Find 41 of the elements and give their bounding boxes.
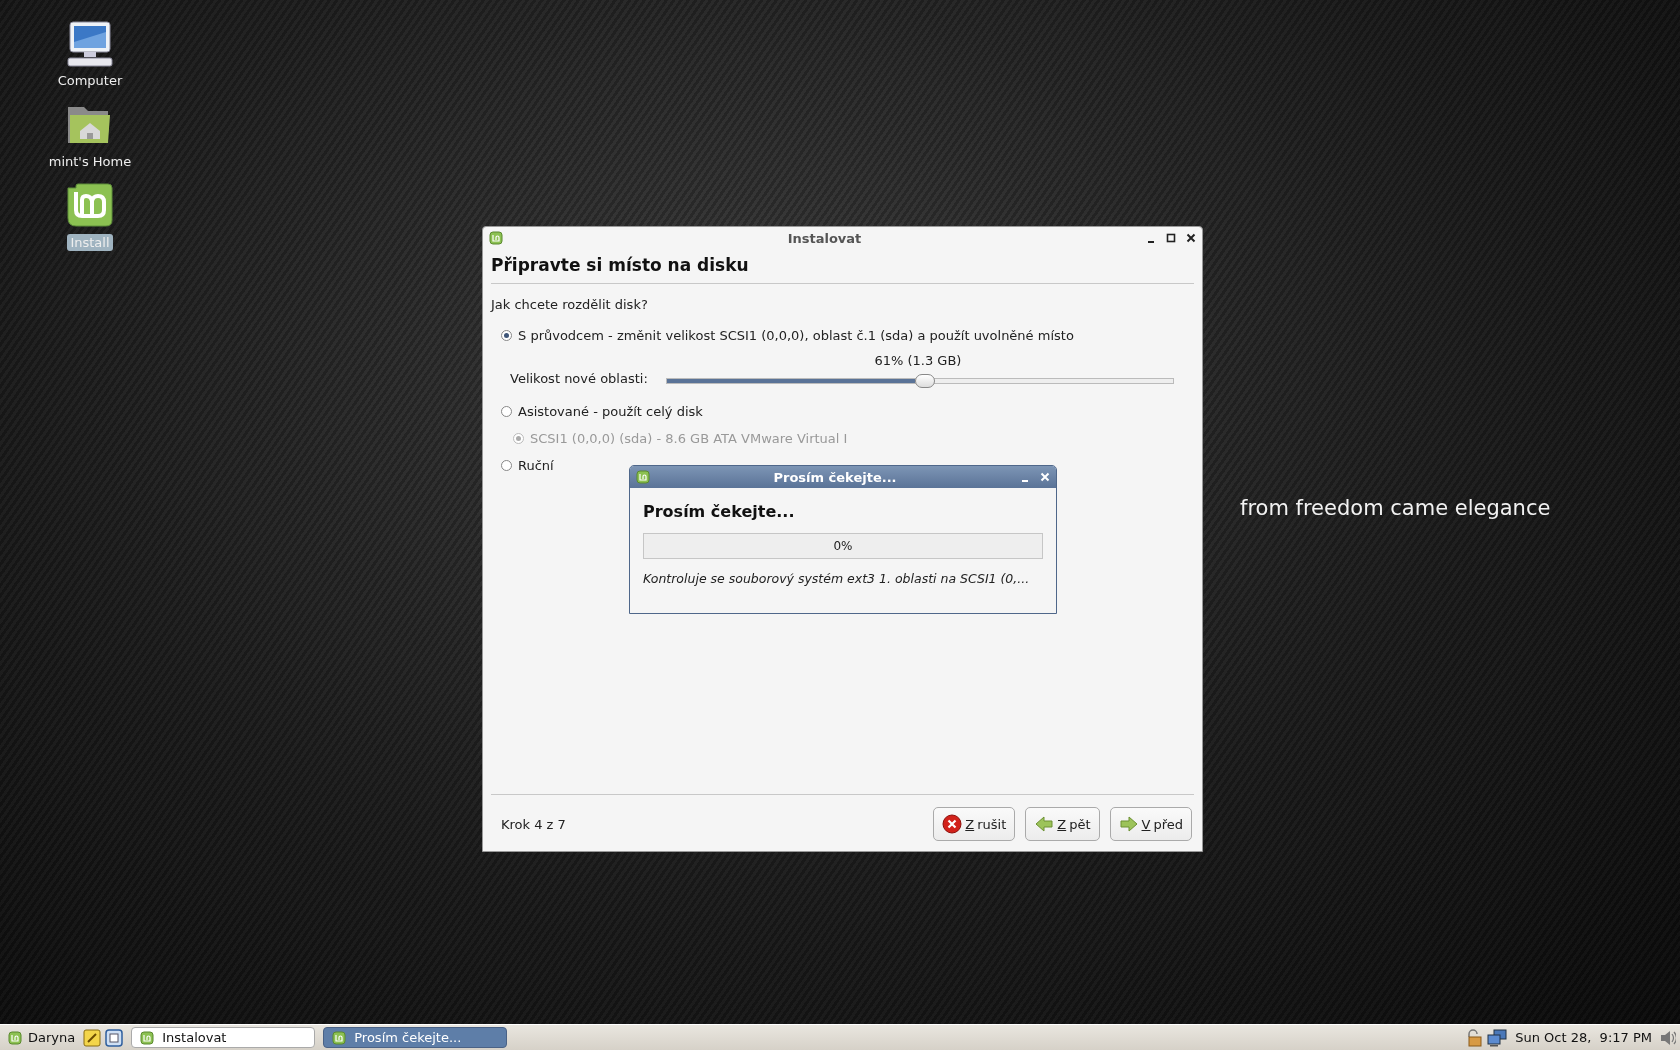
lock-icon[interactable] [1465,1028,1484,1047]
mint-logo-icon [8,1030,22,1045]
taskbar-window-button[interactable]: Prosím čekejte... [323,1027,508,1048]
cancel-icon [942,814,963,834]
app-icon [489,231,503,245]
radio-option[interactable]: Ruční [501,458,554,473]
slider-reading: 61% (1.3 GB) [873,353,963,368]
page-heading: Připravte si místo na disku [491,254,750,277]
slider-thumb[interactable] [914,374,935,388]
forward-arrow-icon [1118,814,1139,834]
mint-logo-icon[interactable] [64,182,116,230]
back-arrow-icon [1034,814,1055,834]
computer-icon[interactable] [64,20,116,68]
network-icon[interactable] [1487,1028,1508,1047]
step-indicator: Krok 4 z 7 [501,816,567,832]
wallpaper-slogan: from freedom came elegance [1240,496,1551,520]
menu-button[interactable]: Daryna [4,1030,80,1045]
forward-button[interactable]: V před [1109,807,1192,841]
back-button[interactable]: Z pět [1025,807,1100,841]
icon-label[interactable]: mint's Home [45,153,135,170]
question-text: Jak chcete rozdělit disk? [491,297,649,312]
radio-option[interactable]: Asistované - použít celý disk [501,404,703,419]
screenshot-icon[interactable] [105,1028,124,1047]
close-icon[interactable] [1186,233,1196,243]
app-icon [140,1030,155,1045]
app-icon [636,470,650,484]
notes-icon[interactable] [83,1028,102,1047]
slider-label: Velikost nové oblasti: [510,371,648,388]
status-message: Kontroluje se souborový systém ext3 1. oblasti na SCSI1 (0,... [643,571,1031,586]
window-title: Prosím čekejte... [772,469,898,485]
cancel-button[interactable]: Z rušit [933,807,1016,841]
dialog-heading: Prosím čekejte... [643,502,796,521]
maximize-icon[interactable] [1166,233,1176,243]
icon-label[interactable]: Computer [54,72,126,89]
radio-option[interactable]: S průvodcem - změnit velikost SCSI1 (0,0,0), oblast č.1 (sda) a použít uvolněné místo [501,328,1074,343]
volume-icon[interactable] [1660,1028,1676,1047]
app-icon [332,1030,347,1045]
taskbar-window-button[interactable]: Instalovat [131,1027,316,1048]
window-title: Instalovat [786,230,863,246]
clock[interactable]: Sun Oct 28, 9:17 PM [1515,1030,1652,1045]
progress-reading: 0% [833,539,853,553]
